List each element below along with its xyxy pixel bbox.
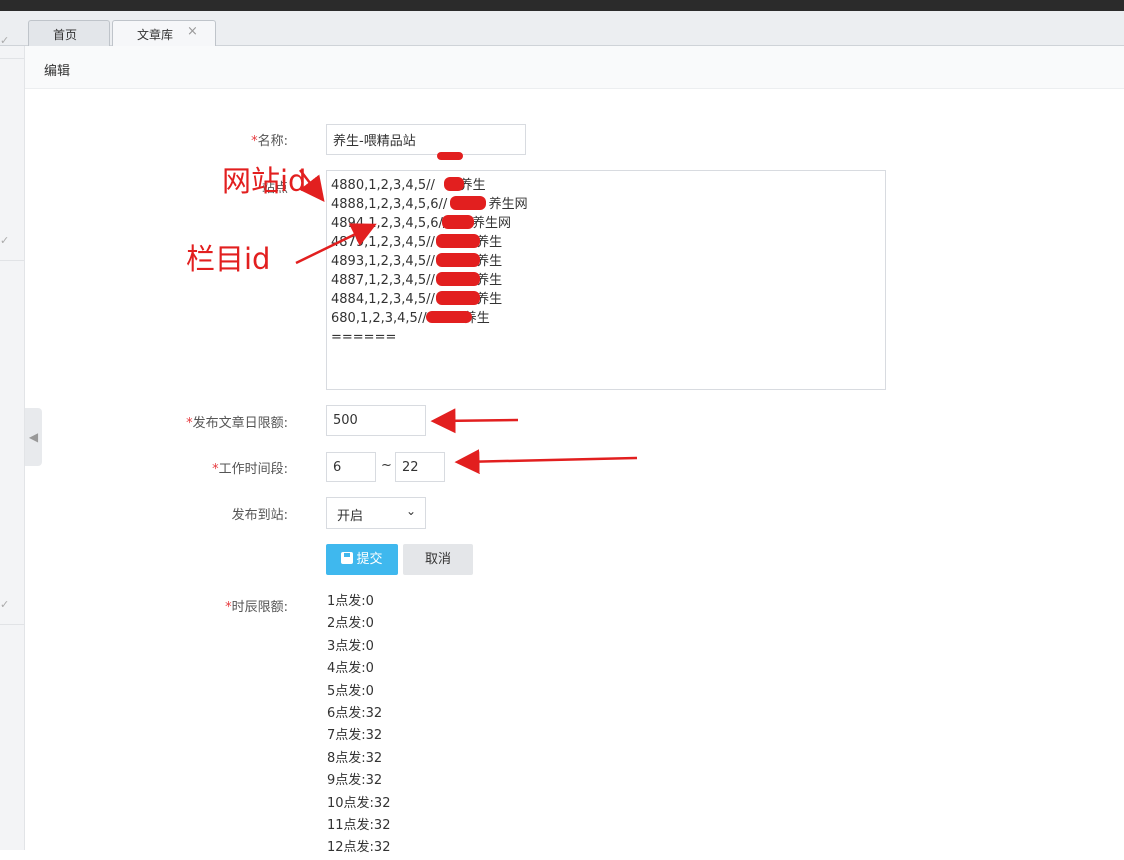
- annotation-arrows: [295, 169, 638, 475]
- arrow-daily-limit: [430, 408, 519, 434]
- arrow-site-id: [299, 169, 325, 202]
- arrow-work-hours: [454, 449, 638, 475]
- arrow-column-id: [295, 223, 377, 265]
